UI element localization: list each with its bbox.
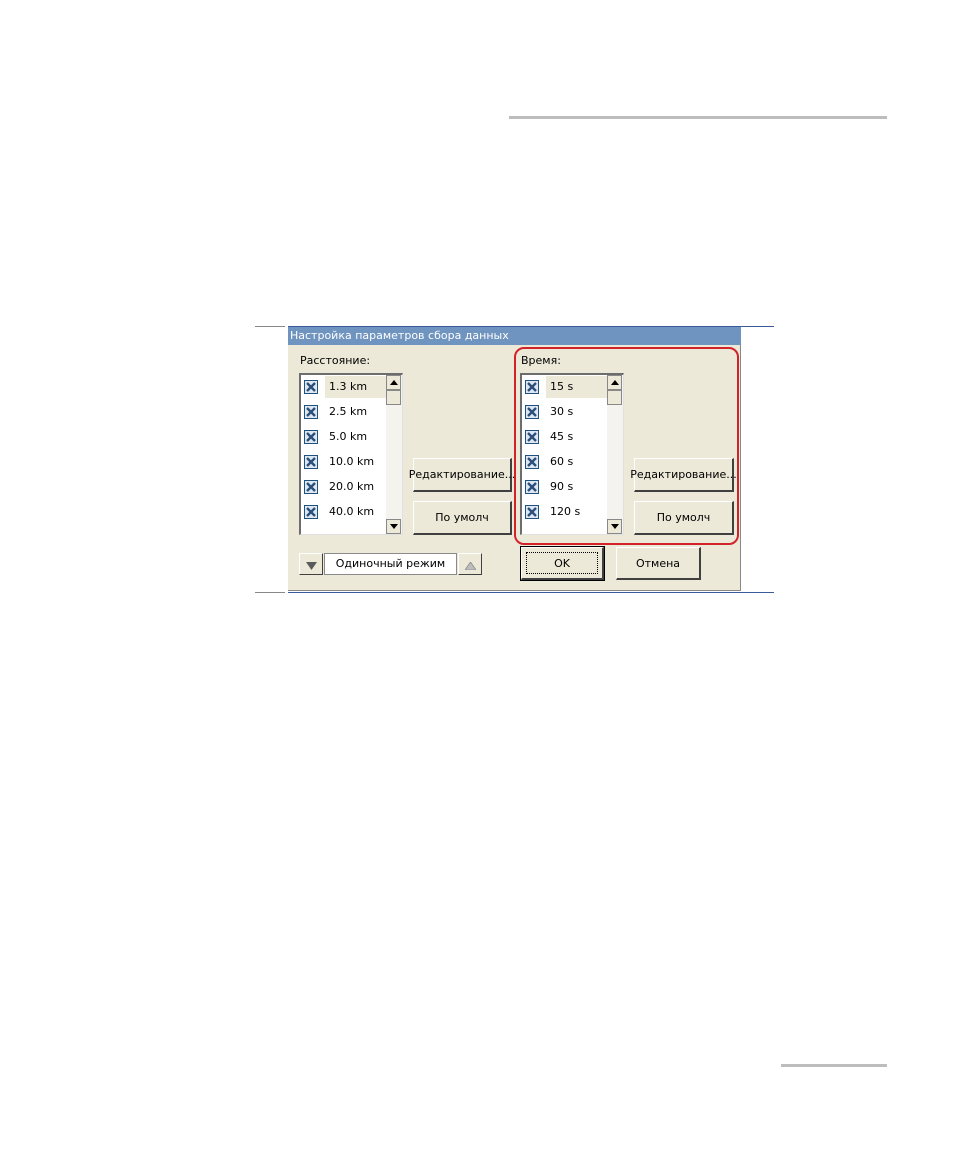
time-section-highlight: [514, 347, 739, 545]
triangle-down-icon: [305, 555, 317, 574]
list-item[interactable]: 1.3 km: [301, 375, 387, 400]
distance-default-button[interactable]: По умолч: [413, 501, 512, 535]
frame-tick-bottom: [255, 592, 285, 593]
cancel-button[interactable]: Отмена: [616, 547, 701, 580]
checkbox-x-icon[interactable]: [304, 380, 318, 394]
ok-button[interactable]: OK: [520, 546, 605, 581]
mode-field[interactable]: Одиночный режим: [324, 553, 457, 575]
checkbox-x-icon[interactable]: [304, 430, 318, 444]
distance-label: Расстояние:: [300, 354, 371, 367]
distance-list[interactable]: 1.3 km 2.5 km 5.0 km 10.0 km 20.0 km 40.…: [299, 373, 403, 535]
list-item[interactable]: 40.0 km: [301, 500, 387, 525]
focus-rect: [526, 552, 598, 574]
scroll-thumb[interactable]: [386, 390, 401, 405]
mode-previous-button[interactable]: [299, 553, 323, 575]
list-item-label: 20.0 km: [329, 480, 375, 493]
list-item-label: 40.0 km: [329, 505, 375, 518]
list-item[interactable]: 20.0 km: [301, 475, 387, 500]
arrow-down-icon[interactable]: [386, 519, 401, 534]
triangle-up-icon: [463, 555, 477, 574]
list-item-label: 5.0 km: [329, 430, 368, 443]
list-item-label: 2.5 km: [329, 405, 368, 418]
checkbox-x-icon[interactable]: [304, 505, 318, 519]
frame-line-bottom: [288, 592, 774, 593]
frame-tick-top: [255, 326, 285, 327]
list-item-label: 1.3 km: [325, 376, 386, 398]
list-item[interactable]: 5.0 km: [301, 425, 387, 450]
footer-rule: [781, 1064, 887, 1067]
distance-scrollbar[interactable]: [386, 375, 402, 534]
dialog-title: Настройка параметров сбора данных: [288, 327, 741, 345]
checkbox-x-icon[interactable]: [304, 405, 318, 419]
header-rule: [509, 116, 887, 119]
checkbox-x-icon[interactable]: [304, 455, 318, 469]
arrow-up-icon[interactable]: [386, 375, 401, 390]
list-item-label: 10.0 km: [329, 455, 375, 468]
list-item[interactable]: 10.0 km: [301, 450, 387, 475]
distance-edit-button[interactable]: Редактирование...: [409, 458, 515, 492]
mode-next-button[interactable]: [458, 553, 482, 575]
list-item[interactable]: 2.5 km: [301, 400, 387, 425]
checkbox-x-icon[interactable]: [304, 480, 318, 494]
